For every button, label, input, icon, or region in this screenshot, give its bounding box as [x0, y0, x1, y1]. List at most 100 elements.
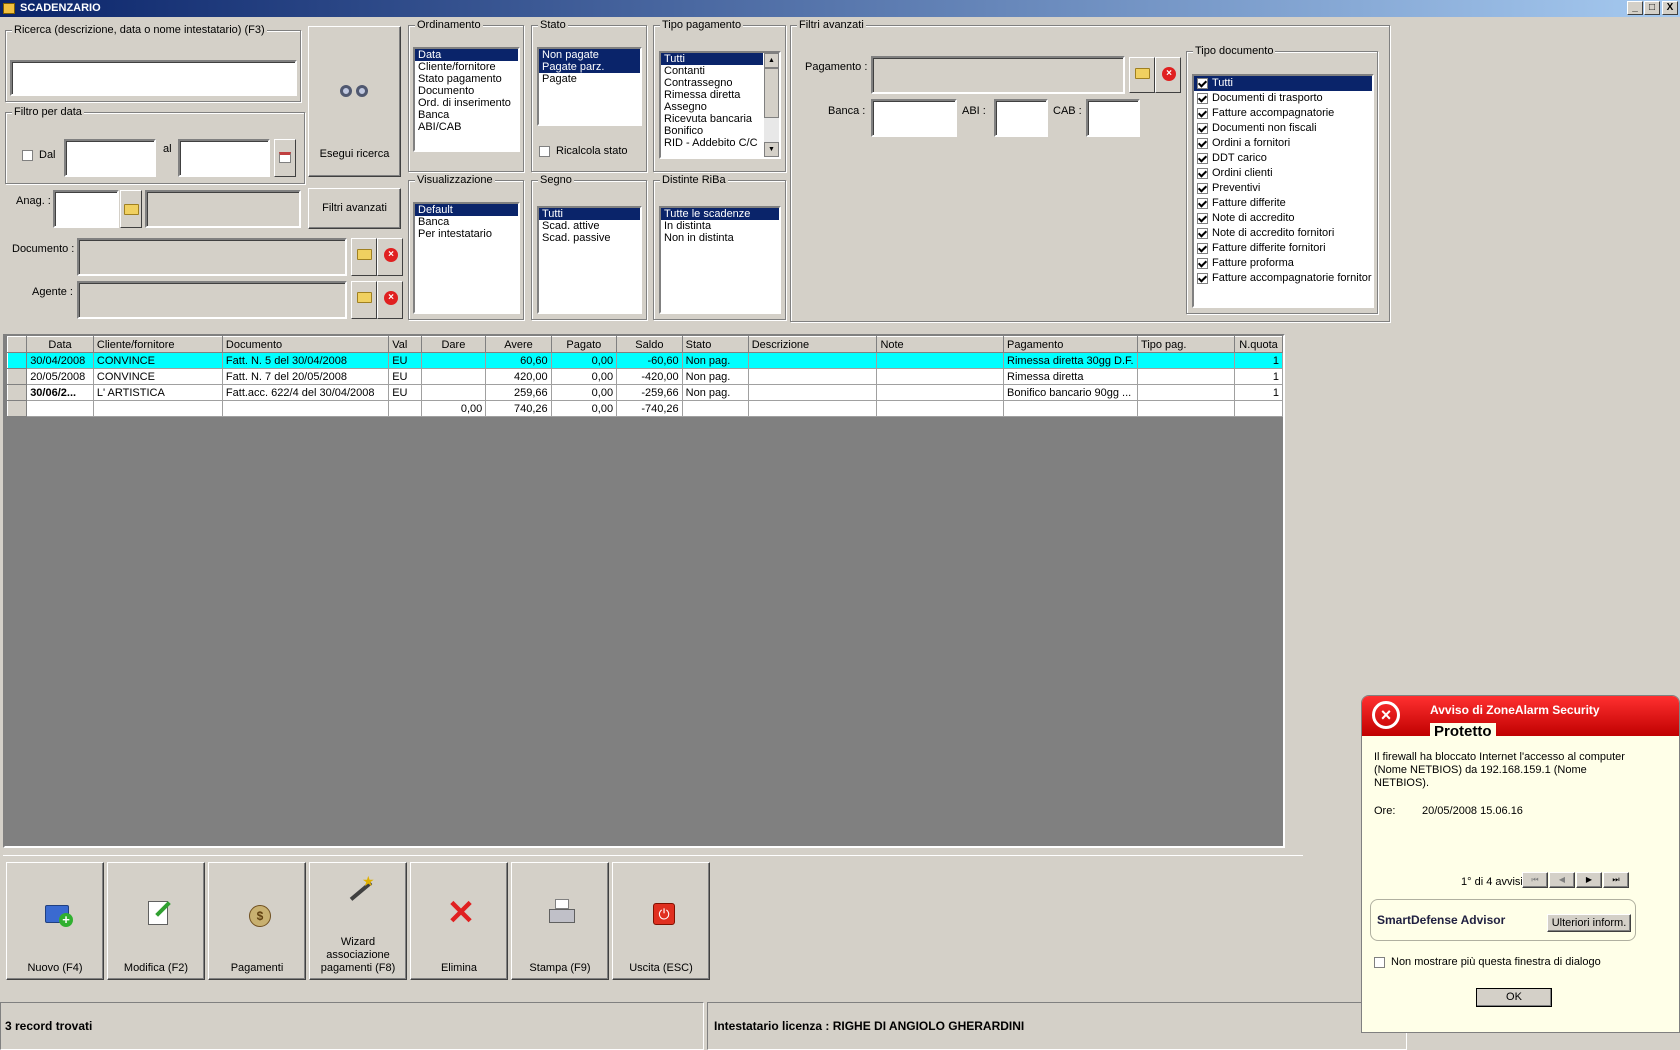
list-item[interactable]: Ricevuta bancaria: [661, 113, 763, 125]
checkbox-icon[interactable]: [1197, 182, 1208, 194]
search-input[interactable]: [10, 60, 297, 96]
table-row[interactable]: 30/06/2... L' ARTISTICA Fatt.acc. 622/4 de…: [6, 384, 1283, 401]
list-item[interactable]: Contanti: [661, 65, 763, 77]
tipo-documento-item[interactable]: Fatture differite fornitori: [1194, 241, 1372, 256]
row-indicator[interactable]: [6, 400, 28, 417]
checkbox-icon[interactable]: [1197, 242, 1208, 254]
calendar-button[interactable]: [274, 139, 296, 177]
ricalcola-checkbox[interactable]: [539, 145, 550, 157]
tipo-documento-item[interactable]: Note di accredito: [1194, 211, 1372, 226]
column-header[interactable]: Cliente/fornitore: [92, 336, 223, 353]
column-header[interactable]: Data: [26, 336, 94, 353]
distinte-list[interactable]: Tutte le scadenze In distinta Non in dis…: [659, 206, 781, 314]
search-button[interactable]: Esegui ricerca: [308, 26, 401, 177]
list-item[interactable]: Tutti: [661, 53, 763, 65]
list-item[interactable]: Tutti: [539, 208, 640, 220]
next-alert-button[interactable]: ▶: [1576, 872, 1602, 888]
column-header[interactable]: Descrizione: [747, 336, 878, 353]
agente-browse-button[interactable]: [351, 281, 377, 319]
modifica-button[interactable]: Modifica (F2): [107, 862, 205, 980]
documento-browse-button[interactable]: [351, 238, 377, 276]
list-item[interactable]: Contrassegno: [661, 77, 763, 89]
list-item[interactable]: Banca: [415, 109, 518, 121]
pagamento-clear-button[interactable]: ×: [1155, 57, 1181, 93]
date-to-input[interactable]: [178, 139, 270, 177]
list-item[interactable]: In distinta: [661, 220, 779, 232]
column-header[interactable]: Val: [388, 336, 422, 353]
checkbox-icon[interactable]: [1197, 167, 1208, 179]
segno-list[interactable]: Tutti Scad. attive Scad. passive: [537, 206, 642, 314]
table-row[interactable]: 20/05/2008 CONVINCE Fatt. N. 7 del 20/05/2…: [6, 368, 1283, 385]
row-indicator[interactable]: [6, 352, 28, 369]
list-item[interactable]: Data: [415, 49, 518, 61]
scroll-up-icon[interactable]: ▲: [764, 53, 779, 68]
tipo-documento-item[interactable]: Note di accredito fornitori: [1194, 226, 1372, 241]
minimize-button[interactable]: _: [1627, 1, 1643, 15]
checkbox-icon[interactable]: [1197, 212, 1208, 224]
stampa-button[interactable]: Stampa (F9): [511, 862, 609, 980]
list-item[interactable]: Per intestatario: [415, 228, 518, 240]
list-item[interactable]: Stato pagamento: [415, 73, 518, 85]
pagamento-browse-button[interactable]: [1129, 57, 1155, 93]
tipo-documento-item[interactable]: Documenti non fiscali: [1194, 121, 1372, 136]
tipo-documento-item[interactable]: DDT carico: [1194, 151, 1372, 166]
table-row[interactable]: 30/04/2008 CONVINCE Fatt. N. 5 del 30/04/2…: [6, 352, 1283, 369]
prev-alert-button[interactable]: ◀: [1549, 872, 1575, 888]
checkbox-icon[interactable]: [1197, 197, 1208, 209]
tipo-documento-item[interactable]: Ordini a fornitori: [1194, 136, 1372, 151]
row-indicator[interactable]: [6, 384, 28, 401]
list-item[interactable]: Rimessa diretta: [661, 89, 763, 101]
tipo-documento-item[interactable]: Preventivi: [1194, 181, 1372, 196]
list-item[interactable]: RID - Addebito C/C: [661, 137, 763, 149]
close-button[interactable]: X: [1662, 1, 1678, 15]
agente-clear-button[interactable]: ×: [377, 281, 403, 319]
row-indicator[interactable]: [6, 368, 28, 385]
list-item[interactable]: Documento: [415, 85, 518, 97]
checkbox-icon[interactable]: [1197, 272, 1208, 284]
scrollbar[interactable]: ▲ ▼: [764, 53, 779, 157]
tipo-documento-item[interactable]: Fatture accompagnatorie fornitori: [1194, 271, 1372, 286]
checkbox-icon[interactable]: [1197, 92, 1208, 104]
checkbox-icon[interactable]: [1197, 77, 1208, 89]
list-item[interactable]: Ord. di inserimento: [415, 97, 518, 109]
list-item[interactable]: Cliente/fornitore: [415, 61, 518, 73]
checkbox-icon[interactable]: [1197, 107, 1208, 119]
list-item[interactable]: Assegno: [661, 101, 763, 113]
column-header[interactable]: Saldo: [616, 336, 683, 353]
pagamenti-button[interactable]: $ Pagamenti: [208, 862, 306, 980]
column-header[interactable]: Dare: [420, 336, 487, 353]
column-header[interactable]: N.quota: [1234, 336, 1283, 353]
stato-list[interactable]: Non pagate Pagate parz. Pagate: [537, 47, 642, 126]
documento-clear-button[interactable]: ×: [377, 238, 403, 276]
abi-input[interactable]: [994, 99, 1048, 137]
maximize-button[interactable]: □: [1644, 1, 1660, 15]
checkbox-icon[interactable]: [1197, 257, 1208, 269]
list-item[interactable]: Scad. passive: [539, 232, 640, 244]
tipo-documento-item[interactable]: Tutti: [1194, 76, 1372, 91]
column-header[interactable]: Note: [876, 336, 1005, 353]
checkbox-icon[interactable]: [1197, 137, 1208, 149]
column-header[interactable]: Documento: [221, 336, 390, 353]
list-item[interactable]: Non in distinta: [661, 232, 779, 244]
checkbox-icon[interactable]: [1197, 227, 1208, 239]
scroll-down-icon[interactable]: ▼: [764, 142, 779, 157]
ordinamento-list[interactable]: Data Cliente/fornitore Stato pagamento D…: [413, 47, 520, 152]
tipo-documento-item[interactable]: Fatture differite: [1194, 196, 1372, 211]
tipo-documento-item[interactable]: Documenti di trasporto: [1194, 91, 1372, 106]
date-from-checkbox[interactable]: [22, 149, 33, 161]
column-header[interactable]: Pagamento: [1003, 336, 1139, 353]
elimina-button[interactable]: ✕ Elimina: [410, 862, 508, 980]
list-item[interactable]: Default: [415, 204, 518, 216]
column-header[interactable]: Stato: [681, 336, 749, 353]
first-alert-button[interactable]: ⏮: [1522, 872, 1548, 888]
dont-show-checkbox[interactable]: [1374, 956, 1385, 968]
advanced-filters-button[interactable]: Filtri avanzati: [308, 188, 401, 229]
column-header[interactable]: Avere: [485, 336, 552, 353]
date-from-input[interactable]: [64, 139, 156, 177]
column-header[interactable]: Pagato: [550, 336, 618, 353]
list-item[interactable]: Bonifico: [661, 125, 763, 137]
more-info-button[interactable]: Ulteriori inform.: [1547, 914, 1631, 932]
table-row[interactable]: 0,00 740,26 0,00 -740,26: [6, 400, 1283, 417]
tipo-documento-list[interactable]: Tutti Documenti di trasporto Fatture accom…: [1192, 74, 1374, 308]
column-header[interactable]: Tipo pag.: [1137, 336, 1236, 353]
